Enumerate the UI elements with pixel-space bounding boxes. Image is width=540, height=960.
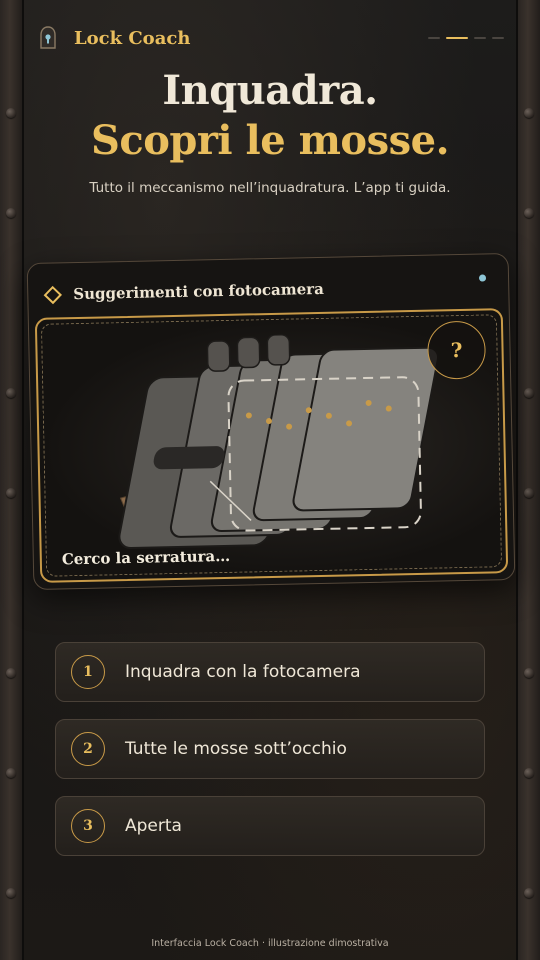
step-item[interactable]: 3 Aperta	[55, 796, 485, 856]
rivet	[6, 388, 16, 398]
status-dot	[478, 274, 487, 282]
rivet	[524, 488, 534, 498]
step-item[interactable]: 1 Inquadra con la fotocamera	[55, 642, 485, 702]
step-label: Tutte le mosse sott’occhio	[125, 739, 347, 759]
step-item[interactable]: 2 Tutte le mosse sott’occhio	[55, 719, 485, 779]
rivet	[6, 668, 16, 678]
page-dot	[474, 37, 486, 39]
rivet	[524, 388, 534, 398]
page-indicator	[428, 37, 504, 39]
padlock-illustration	[118, 334, 440, 549]
diamond-icon	[43, 285, 62, 304]
step-label: Aperta	[125, 816, 182, 836]
rivet	[6, 768, 16, 778]
scan-status-label: Cerco la serratura…	[61, 546, 231, 569]
app-name: Lock Coach	[74, 27, 191, 49]
hero-title-line2: Scopri le mosse.	[90, 117, 450, 164]
lock-icon	[36, 24, 60, 52]
steps-list: 1 Inquadra con la fotocamera 2 Tutte le …	[55, 642, 485, 856]
hero-subtitle: Tutto il meccanismo nell’inquadratura. L…	[89, 180, 451, 196]
rivet	[524, 208, 534, 218]
camera-viewfinder[interactable]: ? Cerco la serratura…	[34, 308, 509, 583]
rivet	[6, 888, 16, 898]
page-dot	[428, 37, 440, 39]
card-header: Suggerimenti con fotocamera	[43, 276, 490, 304]
rivet	[6, 488, 16, 498]
page-dot	[492, 37, 504, 39]
hero-title-line1: Inquadra.	[162, 67, 378, 114]
rivet	[524, 768, 534, 778]
step-number: 2	[71, 732, 105, 766]
rivet	[524, 888, 534, 898]
page-dot-active	[446, 37, 468, 39]
footer-caption: Interfaccia Lock Coach · illustrazione d…	[151, 938, 389, 949]
step-number: 3	[71, 809, 105, 843]
card-title: Suggerimenti con fotocamera	[73, 279, 325, 304]
rivet	[524, 668, 534, 678]
top-bar: Lock Coach	[36, 22, 504, 54]
step-number: 1	[71, 655, 105, 689]
rivet	[6, 208, 16, 218]
step-label: Inquadra con la fotocamera	[125, 662, 361, 682]
camera-hint-card: Suggerimenti con fotocamera ? Cerco la s…	[26, 252, 516, 591]
hero-title: Inquadra. Scopri le mosse.	[0, 66, 540, 166]
